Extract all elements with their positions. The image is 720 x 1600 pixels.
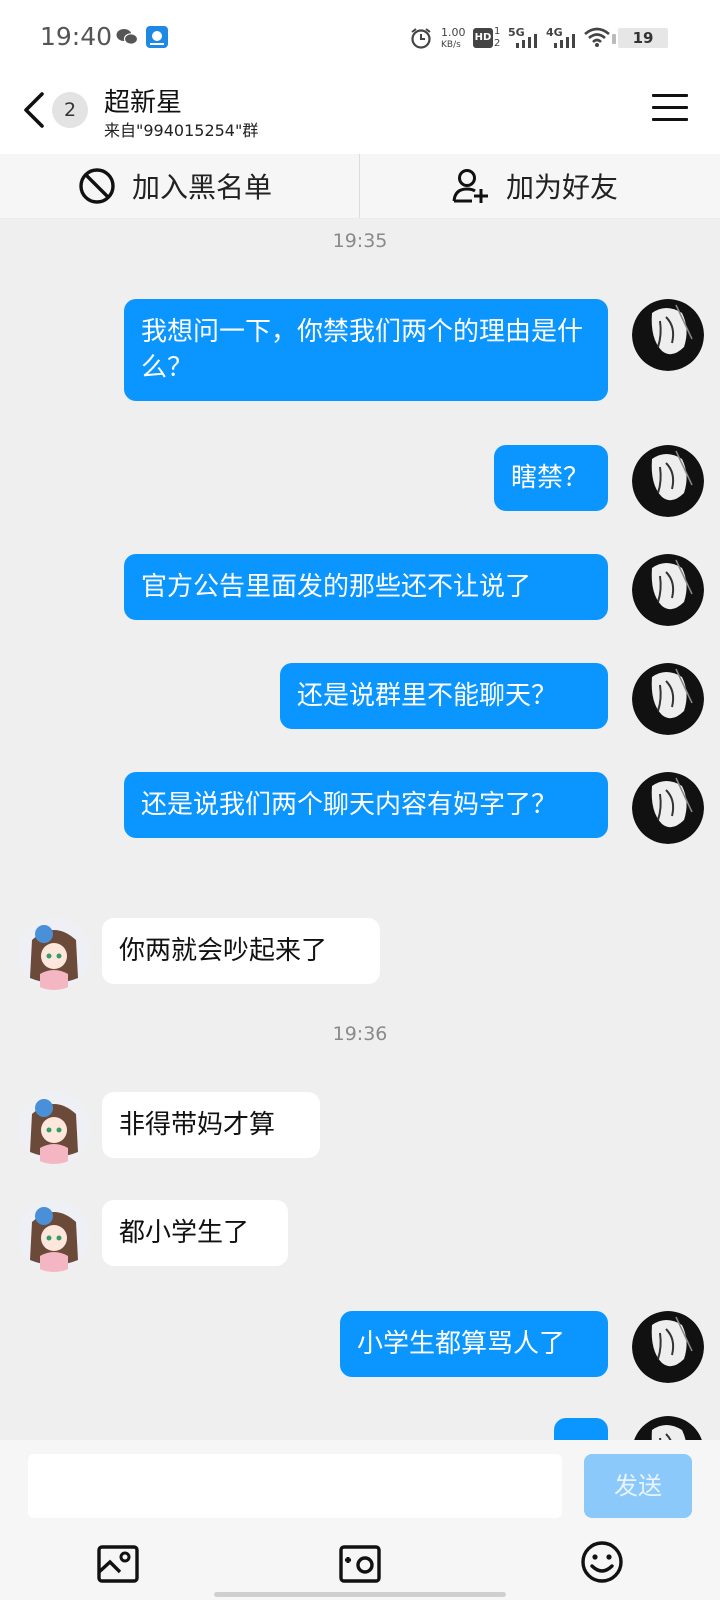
blacklist-label: 加入黑名单 — [132, 171, 273, 204]
wifi-icon — [584, 27, 610, 47]
emoji-icon[interactable] — [580, 1540, 624, 1584]
my-avatar[interactable] — [632, 1311, 704, 1383]
message-bubble-outgoing[interactable]: 小学生都算骂人了 — [340, 1311, 608, 1377]
add-friend-button[interactable]: 加为好友 — [452, 154, 618, 218]
message-bubble-incoming[interactable]: 你两就会吵起来了 — [102, 918, 380, 984]
chat-subtitle: 来自"994015254"群 — [104, 121, 259, 140]
app-notification-icon — [146, 26, 168, 48]
image-icon[interactable] — [96, 1544, 140, 1584]
add-friend-label: 加为好友 — [506, 171, 619, 204]
chat-title: 超新星 — [104, 88, 183, 118]
message-bubble-outgoing[interactable]: 官方公告里面发的那些还不让说了 — [124, 554, 608, 620]
chat-screen: 19:40 1.00 KB/s HD 1 2 5G 4G 19 2 超新星 来自… — [0, 0, 720, 1600]
unread-count-badge: 2 — [52, 92, 88, 128]
message-timestamp: 19:36 — [332, 1023, 388, 1045]
message-list[interactable]: 19:35 我想问一下，你禁我们两个的理由是什么？ 瞎禁？ 官方公告里面发的那些… — [0, 218, 720, 1440]
my-avatar[interactable] — [632, 663, 704, 735]
wechat-icon — [116, 29, 138, 45]
message-input[interactable] — [28, 1454, 562, 1518]
block-icon — [79, 168, 115, 204]
my-avatar[interactable] — [632, 772, 704, 844]
add-person-icon — [452, 169, 488, 203]
message-bubble-incoming[interactable]: 都小学生了 — [102, 1200, 288, 1266]
home-indicator — [214, 1592, 506, 1597]
message-bubble-outgoing[interactable]: 还是说我们两个聊天内容有妈字了？ — [124, 772, 608, 838]
signal-icon-2 — [554, 34, 575, 48]
hd-sub-bottom: 2 — [494, 38, 501, 49]
my-avatar[interactable] — [632, 1416, 704, 1440]
chat-header: 2 超新星 来自"994015254"群 — [0, 76, 720, 154]
contact-avatar[interactable] — [18, 1200, 90, 1272]
message-bubble-outgoing-partial[interactable] — [554, 1418, 608, 1440]
status-time: 19:40 — [40, 22, 113, 51]
net-speed-unit: KB/s — [441, 40, 461, 50]
status-bar: 19:40 1.00 KB/s HD 1 2 5G 4G 19 — [0, 0, 720, 76]
action-divider — [359, 154, 360, 218]
hd-badge: HD — [473, 28, 493, 48]
send-button[interactable]: 发送 — [584, 1454, 692, 1518]
message-bubble-incoming[interactable]: 非得带妈才算 — [102, 1092, 320, 1158]
contact-avatar[interactable] — [18, 918, 90, 990]
my-avatar[interactable] — [632, 445, 704, 517]
message-timestamp: 19:35 — [332, 230, 388, 252]
hd-sub-top: 1 — [494, 26, 501, 37]
message-bubble-outgoing[interactable]: 还是说群里不能聊天？ — [280, 663, 608, 729]
signal-icon — [516, 34, 537, 48]
add-to-blacklist-button[interactable]: 加入黑名单 — [78, 154, 272, 218]
message-bubble-outgoing[interactable]: 我想问一下，你禁我们两个的理由是什么？ — [124, 299, 608, 401]
net-speed-value: 1.00 — [441, 26, 466, 39]
message-bubble-outgoing[interactable]: 瞎禁？ — [494, 445, 608, 511]
chevron-left-icon[interactable] — [18, 88, 54, 132]
stranger-action-bar: 加入黑名单 加为好友 — [0, 154, 720, 219]
camera-icon[interactable] — [338, 1544, 382, 1584]
alarm-icon — [411, 28, 431, 49]
input-area: 发送 — [0, 1440, 720, 1600]
battery-indicator: 19 — [612, 28, 668, 48]
my-avatar[interactable] — [632, 299, 704, 371]
my-avatar[interactable] — [632, 554, 704, 626]
menu-icon[interactable] — [652, 94, 688, 126]
contact-avatar[interactable] — [18, 1092, 90, 1164]
